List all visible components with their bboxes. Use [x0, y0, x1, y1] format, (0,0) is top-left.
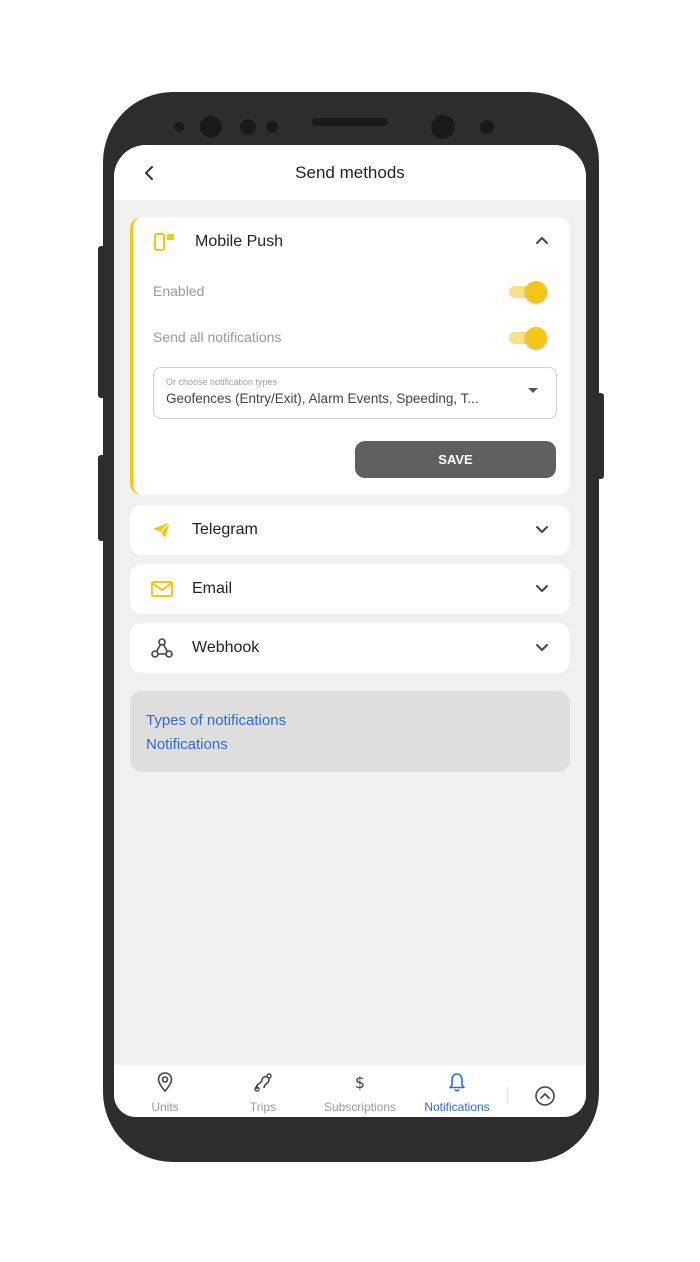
link-notifications[interactable]: Notifications	[146, 736, 228, 753]
nav-label: Subscriptions	[323, 1100, 397, 1114]
trips-icon	[254, 1073, 272, 1092]
camera-icon	[431, 115, 455, 139]
chevron-up-icon	[536, 237, 548, 244]
enabled-toggle[interactable]	[507, 281, 547, 303]
app-header: Send methods	[114, 145, 586, 200]
notification-types-select[interactable]: Or choose notification types Geofences (…	[153, 367, 557, 419]
select-value: Geofences (Entry/Exit), Alarm Events, Sp…	[166, 391, 479, 406]
toggle-knob	[525, 281, 547, 303]
save-button[interactable]: SAVE	[355, 441, 556, 478]
sensor-icon	[480, 120, 494, 134]
webhook-icon	[151, 638, 173, 658]
sensor-icon	[174, 122, 184, 132]
speaker-grille	[312, 118, 388, 126]
select-placeholder: Or choose notification types	[166, 377, 278, 387]
method-card-telegram[interactable]: Telegram	[130, 505, 570, 555]
chevron-down-icon	[536, 585, 548, 592]
method-card-email[interactable]: Email	[130, 564, 570, 614]
enabled-label: Enabled	[153, 283, 205, 299]
send-all-label: Send all notifications	[153, 329, 282, 345]
location-pin-icon	[157, 1072, 173, 1093]
method-header-mobile-push[interactable]: Mobile Push	[133, 217, 570, 267]
method-label: Email	[192, 580, 233, 597]
sensor-icon	[266, 121, 278, 133]
nav-item-units[interactable]: Units	[117, 1065, 213, 1117]
nav-label: Trips	[249, 1100, 277, 1114]
nav-label: Notifications	[424, 1100, 490, 1114]
bottom-nav: Units Trips $ Subscriptions Notification…	[114, 1065, 586, 1117]
telegram-icon	[153, 521, 171, 538]
method-card-webhook[interactable]: Webhook	[130, 623, 570, 673]
nav-divider	[507, 1087, 508, 1103]
method-card-mobile-push: Mobile Push Enabled Send all notificatio…	[130, 217, 570, 495]
sensor-icon	[240, 119, 256, 135]
nav-label: Units	[151, 1100, 179, 1114]
nav-item-trips[interactable]: Trips	[215, 1065, 311, 1117]
method-label: Mobile Push	[195, 233, 284, 250]
app-screen: Send methods Mobile Push Enabled Send al…	[114, 145, 586, 1117]
dollar-icon: $	[355, 1073, 365, 1092]
chevron-down-icon	[536, 644, 548, 651]
send-all-toggle[interactable]	[507, 327, 547, 349]
chevron-down-icon	[536, 526, 548, 533]
nav-item-notifications[interactable]: Notifications	[409, 1065, 505, 1117]
bell-icon	[449, 1073, 465, 1092]
nav-item-subscriptions[interactable]: $ Subscriptions	[312, 1065, 408, 1117]
chevron-up-circle-icon[interactable]	[534, 1085, 556, 1107]
related-links-panel: Types of notifications Notifications	[130, 691, 570, 772]
dropdown-arrow-icon	[528, 388, 538, 393]
camera-icon	[200, 116, 222, 138]
svg-text:$: $	[355, 1073, 365, 1092]
link-types-of-notifications[interactable]: Types of notifications	[146, 712, 286, 729]
method-label: Webhook	[192, 639, 260, 656]
mobile-push-icon	[154, 233, 174, 251]
method-label: Telegram	[192, 521, 258, 538]
page-title: Send methods	[295, 163, 405, 182]
toggle-knob	[525, 327, 547, 349]
email-icon	[151, 581, 173, 597]
